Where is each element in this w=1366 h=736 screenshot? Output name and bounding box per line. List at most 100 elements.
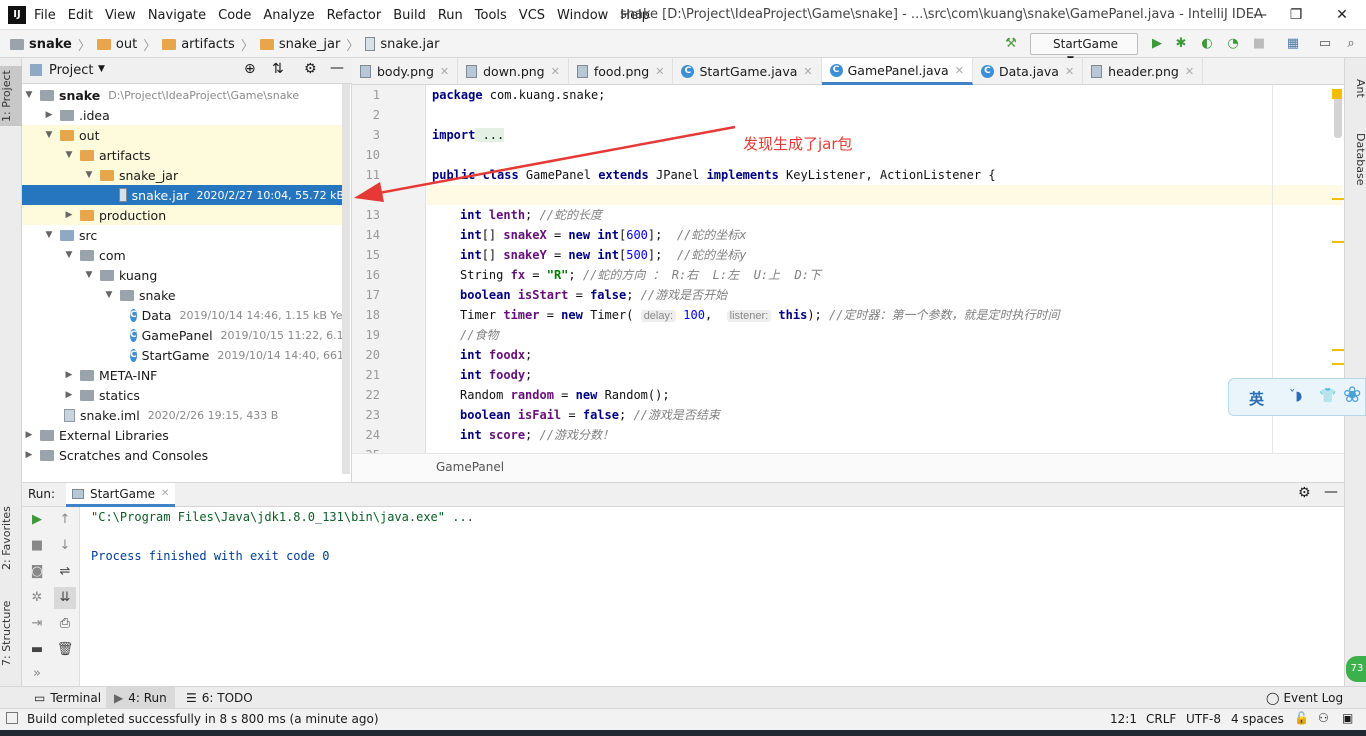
tree-item-snake[interactable]: ▼ snake D:\Project\IdeaProject\Game\snake (22, 85, 344, 105)
menu-view[interactable]: View (105, 8, 136, 23)
tool-tab-favorites[interactable]: 2: Favorites (0, 498, 22, 578)
crumb-out[interactable]: out (96, 37, 137, 52)
tree-item-gamepanel[interactable]: C GamePanel 2019/10/15 11:22, 6.17 (22, 325, 344, 345)
run-tab-startgame[interactable]: StartGame ✕ (66, 483, 176, 507)
gear-icon[interactable]: ⚙ (1298, 485, 1311, 501)
tab-startgame-java[interactable]: C StartGame.java ✕ (673, 58, 822, 85)
tree-item-kuang[interactable]: ▼ kuang (22, 265, 344, 285)
close-icon[interactable]: ✕ (955, 64, 964, 77)
menu-file[interactable]: File (34, 8, 56, 23)
ime-skin-icon[interactable]: 👕 (1319, 388, 1336, 404)
bottom-tab-terminal[interactable]: ▭ Terminal (26, 687, 109, 709)
warning-stripe[interactable] (1332, 349, 1344, 351)
tree-item-snake-jar[interactable]: ▼ snake_jar (22, 165, 344, 185)
close-icon[interactable]: ✕ (1065, 65, 1074, 78)
arrow-up-icon[interactable]: ↑ (54, 509, 76, 531)
crumb-artifacts[interactable]: artifacts (162, 37, 235, 52)
layout-toggle-icon[interactable] (6, 712, 18, 724)
tab-data-java[interactable]: C Data.java ✕ (973, 58, 1084, 85)
chevron-down-icon[interactable]: ▼ (98, 64, 105, 74)
editor-breadcrumb[interactable]: GamePanel (436, 460, 504, 474)
hide-panel-icon[interactable]: — (1324, 484, 1338, 500)
stop-icon[interactable]: ■ (26, 535, 48, 557)
menu-vcs[interactable]: VCS (519, 8, 545, 23)
locate-icon[interactable]: ⊕ (244, 61, 256, 77)
warning-stripe[interactable] (1332, 363, 1344, 365)
tree-item-meta-inf[interactable]: ▶ META-INF (22, 365, 344, 385)
minimize-button[interactable]: — (1250, 5, 1270, 25)
tab-down-png[interactable]: down.png ✕ (458, 58, 569, 85)
project-panel-title[interactable]: Project (49, 63, 93, 78)
event-log-button[interactable]: ◯ Event Log (1258, 687, 1351, 709)
trash-icon[interactable]: 🗑 (54, 639, 76, 661)
inspector-icon[interactable]: ⚇ (1318, 711, 1329, 725)
gear-icon[interactable]: ⚙ (304, 61, 317, 77)
print-icon[interactable]: ⎙ (54, 613, 76, 635)
indent-setting[interactable]: 4 spaces (1231, 712, 1284, 726)
tree-item-com[interactable]: ▼ com (22, 245, 344, 265)
tree-item-external-libraries[interactable]: ▶ External Libraries (22, 425, 344, 445)
tree-item-idea[interactable]: ▶ .idea (22, 105, 344, 125)
menu-window[interactable]: Window (557, 8, 608, 23)
run-config-select[interactable]: StartGame ▼ (1030, 33, 1138, 65)
tree-item-startgame[interactable]: C StartGame 2019/10/14 14:40, 661 B (22, 345, 344, 365)
ime-language-label[interactable]: 英 (1249, 388, 1264, 409)
profile-icon[interactable]: ◔ (1224, 35, 1242, 53)
crumb-snake[interactable]: snake (10, 37, 72, 52)
build-hammer-icon[interactable]: ⚒ (1002, 35, 1020, 53)
tree-item-statics[interactable]: ▶ statics (22, 385, 344, 405)
close-icon[interactable]: ✕ (440, 65, 449, 78)
bottom-tab-todo[interactable]: ☰ 6: TODO (178, 687, 261, 709)
soft-wrap-icon[interactable]: ⇌ (54, 561, 76, 583)
maximize-button[interactable]: ❐ (1286, 5, 1306, 25)
coverage-icon[interactable]: ◐ (1198, 35, 1216, 53)
line-separator[interactable]: CRLF (1146, 712, 1176, 726)
menu-analyze[interactable]: Analyze (263, 8, 314, 23)
tree-item-artifacts[interactable]: ▼ artifacts (22, 145, 344, 165)
tree-item-snake-iml[interactable]: snake.iml 2020/2/26 19:15, 433 B (22, 405, 344, 425)
tree-item-snake-jar-file[interactable]: snake.jar 2020/2/27 10:04, 55.72 kB (22, 185, 344, 205)
run-icon[interactable]: ▶ (1148, 35, 1166, 53)
bottom-tab-run[interactable]: ▶ 4: Run (106, 687, 175, 709)
editor-scrollbar[interactable] (1334, 93, 1342, 138)
close-icon[interactable]: ✕ (161, 488, 169, 499)
arrow-down-icon[interactable]: ↓ (54, 535, 76, 557)
menu-navigate[interactable]: Navigate (148, 8, 206, 23)
exit-icon[interactable]: ⇥ (26, 613, 48, 635)
tab-food-png[interactable]: food.png ✕ (569, 58, 674, 85)
close-icon[interactable]: ✕ (551, 65, 560, 78)
floating-badge[interactable]: 73 (1346, 656, 1366, 682)
tool-tab-structure[interactable]: 7: Structure (0, 593, 22, 673)
tab-gamepanel-java[interactable]: C GamePanel.java ✕ (821, 58, 973, 85)
tree-item-src[interactable]: ▼ src (22, 225, 344, 245)
layout-icon[interactable]: ▭ (1316, 35, 1334, 53)
tab-header-png[interactable]: header.png ✕ (1083, 58, 1204, 85)
tree-item-out[interactable]: ▼ out (22, 125, 344, 145)
project-structure-icon[interactable]: ▦ (1284, 35, 1302, 53)
crumb-snake-jar-file[interactable]: snake.jar (365, 37, 439, 52)
warning-indicator-icon[interactable] (1332, 89, 1342, 99)
tree-item-production[interactable]: ▶ production (22, 205, 344, 225)
tab-body-png[interactable]: body.png ✕ (352, 58, 459, 85)
menu-run[interactable]: Run (438, 8, 463, 23)
tree-item-scratches[interactable]: ▶ Scratches and Consoles (22, 445, 344, 465)
layout-icon[interactable]: ▬ (26, 639, 48, 661)
tool-tab-database[interactable]: Database (1345, 124, 1366, 194)
crumb-snake-jar[interactable]: snake_jar (259, 37, 340, 52)
close-window-button[interactable]: ✕ (1332, 5, 1352, 25)
menu-tools[interactable]: Tools (475, 8, 507, 23)
warning-stripe[interactable] (1332, 198, 1344, 200)
tool-tab-ant[interactable]: Ant (1345, 68, 1366, 108)
tree-item-snake-package[interactable]: ▼ snake (22, 285, 344, 305)
warning-stripe[interactable] (1332, 241, 1344, 243)
close-icon[interactable]: ✕ (803, 65, 812, 78)
collapse-all-icon[interactable]: ⇅ (272, 61, 284, 77)
camera-icon[interactable]: ◙ (26, 561, 48, 583)
notifications-icon[interactable]: ▣ (1342, 711, 1353, 725)
close-icon[interactable]: ✕ (655, 65, 664, 78)
ime-punctuation-icon[interactable]: ˇ◗ (1289, 389, 1302, 404)
scroll-to-end-icon[interactable]: ⇊ (54, 587, 76, 609)
search-everywhere-icon[interactable]: ⌕ (1342, 35, 1360, 53)
menu-refactor[interactable]: Refactor (327, 8, 382, 23)
lock-icon[interactable]: 🔓 (1294, 711, 1309, 725)
